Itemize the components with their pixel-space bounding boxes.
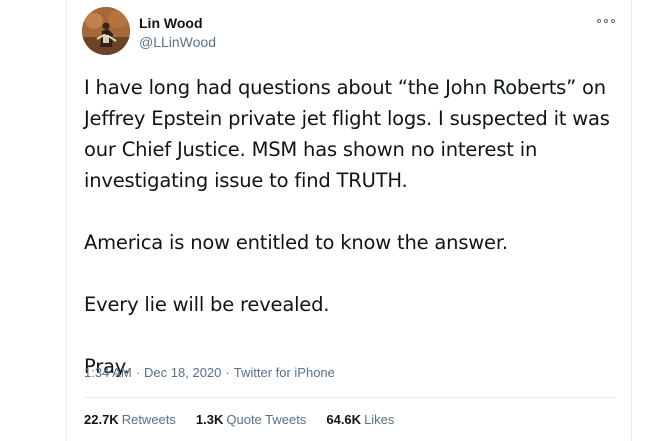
likes-stat[interactable]: 64.6K Likes xyxy=(326,412,394,428)
separator: · xyxy=(135,365,141,380)
tweet-card: Lin Wood @LLinWood I have long had quest… xyxy=(66,0,632,441)
retweets-stat[interactable]: 22.7K Retweets xyxy=(84,412,176,428)
profile-photo-avatar-icon xyxy=(82,7,130,55)
tweet-time[interactable]: 1:34 AM xyxy=(84,365,132,380)
likes-label: Likes xyxy=(364,412,395,427)
tweet-text: I have long had questions about “the Joh… xyxy=(84,72,624,382)
dot xyxy=(604,19,608,23)
tweet-source[interactable]: Twitter for iPhone xyxy=(234,365,335,380)
tweet-metadata: 1:34 AM · Dec 18, 2020 · Twitter for iPhone xyxy=(84,365,335,381)
retweets-count: 22.7K xyxy=(84,412,119,427)
quote-tweets-stat[interactable]: 1.3K Quote Tweets xyxy=(196,412,306,428)
tweet-paragraph: America is now entitled to know the answ… xyxy=(84,231,508,254)
tweet-paragraph: I have long had questions about “the Joh… xyxy=(84,76,610,192)
avatar[interactable] xyxy=(82,7,130,55)
separator: · xyxy=(225,365,230,380)
more-dots-icon[interactable] xyxy=(597,15,615,27)
tweet-date[interactable]: Dec 18, 2020 xyxy=(144,365,221,380)
quote-tweets-count: 1.3K xyxy=(195,412,224,427)
page: Lin Wood @LLinWood I have long had quest… xyxy=(0,0,650,441)
dot xyxy=(597,19,601,23)
tweet-paragraph: Every lie will be revealed. xyxy=(84,293,330,316)
author-handle[interactable]: @LLinWood xyxy=(139,34,216,50)
divider xyxy=(84,397,616,398)
engagement-stats: 22.7K Retweets 1.3K Quote Tweets 64.6K Like… xyxy=(84,412,394,428)
likes-count: 64.6K xyxy=(326,412,362,427)
retweets-label: Retweets xyxy=(121,412,176,427)
quote-tweets-label: Quote Tweets xyxy=(226,412,307,427)
author-display-name[interactable]: Lin Wood xyxy=(139,15,203,31)
dot xyxy=(611,19,615,23)
